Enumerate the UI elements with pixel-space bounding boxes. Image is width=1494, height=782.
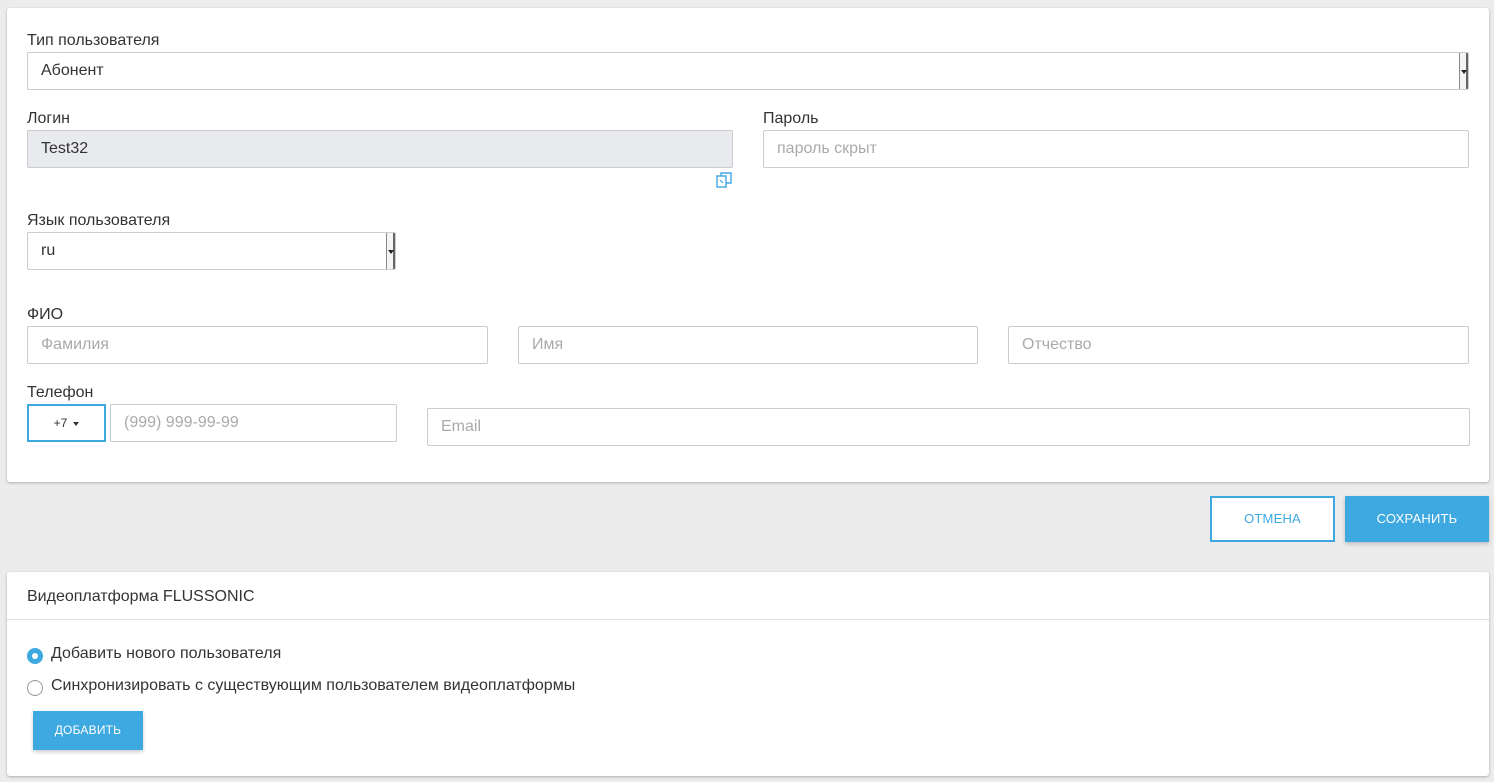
radio-add-new-user-label[interactable]: Добавить нового пользователя bbox=[51, 645, 281, 663]
chevron-down-icon bbox=[386, 233, 395, 269]
radio-sync-existing-user-label[interactable]: Синхронизировать с существующим пользова… bbox=[51, 677, 575, 695]
user-type-label: Тип пользователя bbox=[27, 32, 160, 49]
save-button[interactable]: СОХРАНИТЬ bbox=[1345, 496, 1489, 542]
first-name-field[interactable]: Имя bbox=[518, 326, 978, 364]
last-name-placeholder: Фамилия bbox=[41, 336, 109, 353]
language-label: Язык пользователя bbox=[27, 212, 171, 229]
email-placeholder: Email bbox=[441, 418, 482, 435]
radio-sync-existing-user[interactable] bbox=[27, 680, 43, 696]
videoplatform-title: Видеоплатформа FLUSSONIC bbox=[27, 588, 255, 605]
phone-label: Телефон bbox=[27, 384, 94, 401]
chevron-down-icon bbox=[1459, 53, 1468, 89]
middle-name-placeholder: Отчество bbox=[1022, 336, 1092, 353]
password-field[interactable]: пароль скрыт bbox=[763, 130, 1469, 168]
language-value: ru bbox=[41, 242, 56, 259]
login-label: Логин bbox=[27, 110, 71, 127]
user-type-value: Абонент bbox=[41, 62, 104, 79]
phone-placeholder: (999) 999-99-99 bbox=[124, 414, 239, 431]
middle-name-field[interactable]: Отчество bbox=[1008, 326, 1469, 364]
videoplatform-card: Видеоплатформа FLUSSONIC Добавить нового… bbox=[7, 572, 1489, 776]
login-field: Test32 bbox=[27, 130, 733, 168]
login-value: Test32 bbox=[41, 140, 89, 157]
first-name-placeholder: Имя bbox=[532, 336, 564, 353]
email-field[interactable]: Email bbox=[427, 408, 1470, 446]
copy-icon[interactable] bbox=[715, 171, 733, 189]
last-name-field[interactable]: Фамилия bbox=[27, 326, 488, 364]
country-code-dropdown[interactable]: +7 bbox=[27, 404, 106, 442]
radio-add-new-user[interactable] bbox=[27, 648, 43, 664]
country-code-value: +7 bbox=[53, 416, 68, 430]
phone-field[interactable]: (999) 999-99-99 bbox=[110, 404, 397, 442]
fio-label: ФИО bbox=[27, 306, 64, 323]
password-label: Пароль bbox=[763, 110, 819, 127]
caret-down-icon bbox=[73, 421, 80, 426]
videoplatform-header: Видеоплатформа FLUSSONIC bbox=[7, 572, 1489, 620]
user-form-card: Тип пользователя Абонент Логин Test32 Па… bbox=[7, 8, 1489, 482]
password-placeholder: пароль скрыт bbox=[777, 140, 877, 157]
language-select[interactable]: ru bbox=[27, 232, 396, 270]
cancel-button[interactable]: ОТМЕНА bbox=[1210, 496, 1335, 542]
user-type-select[interactable]: Абонент bbox=[27, 52, 1469, 90]
add-button[interactable]: ДОБАВИТЬ bbox=[33, 711, 143, 750]
